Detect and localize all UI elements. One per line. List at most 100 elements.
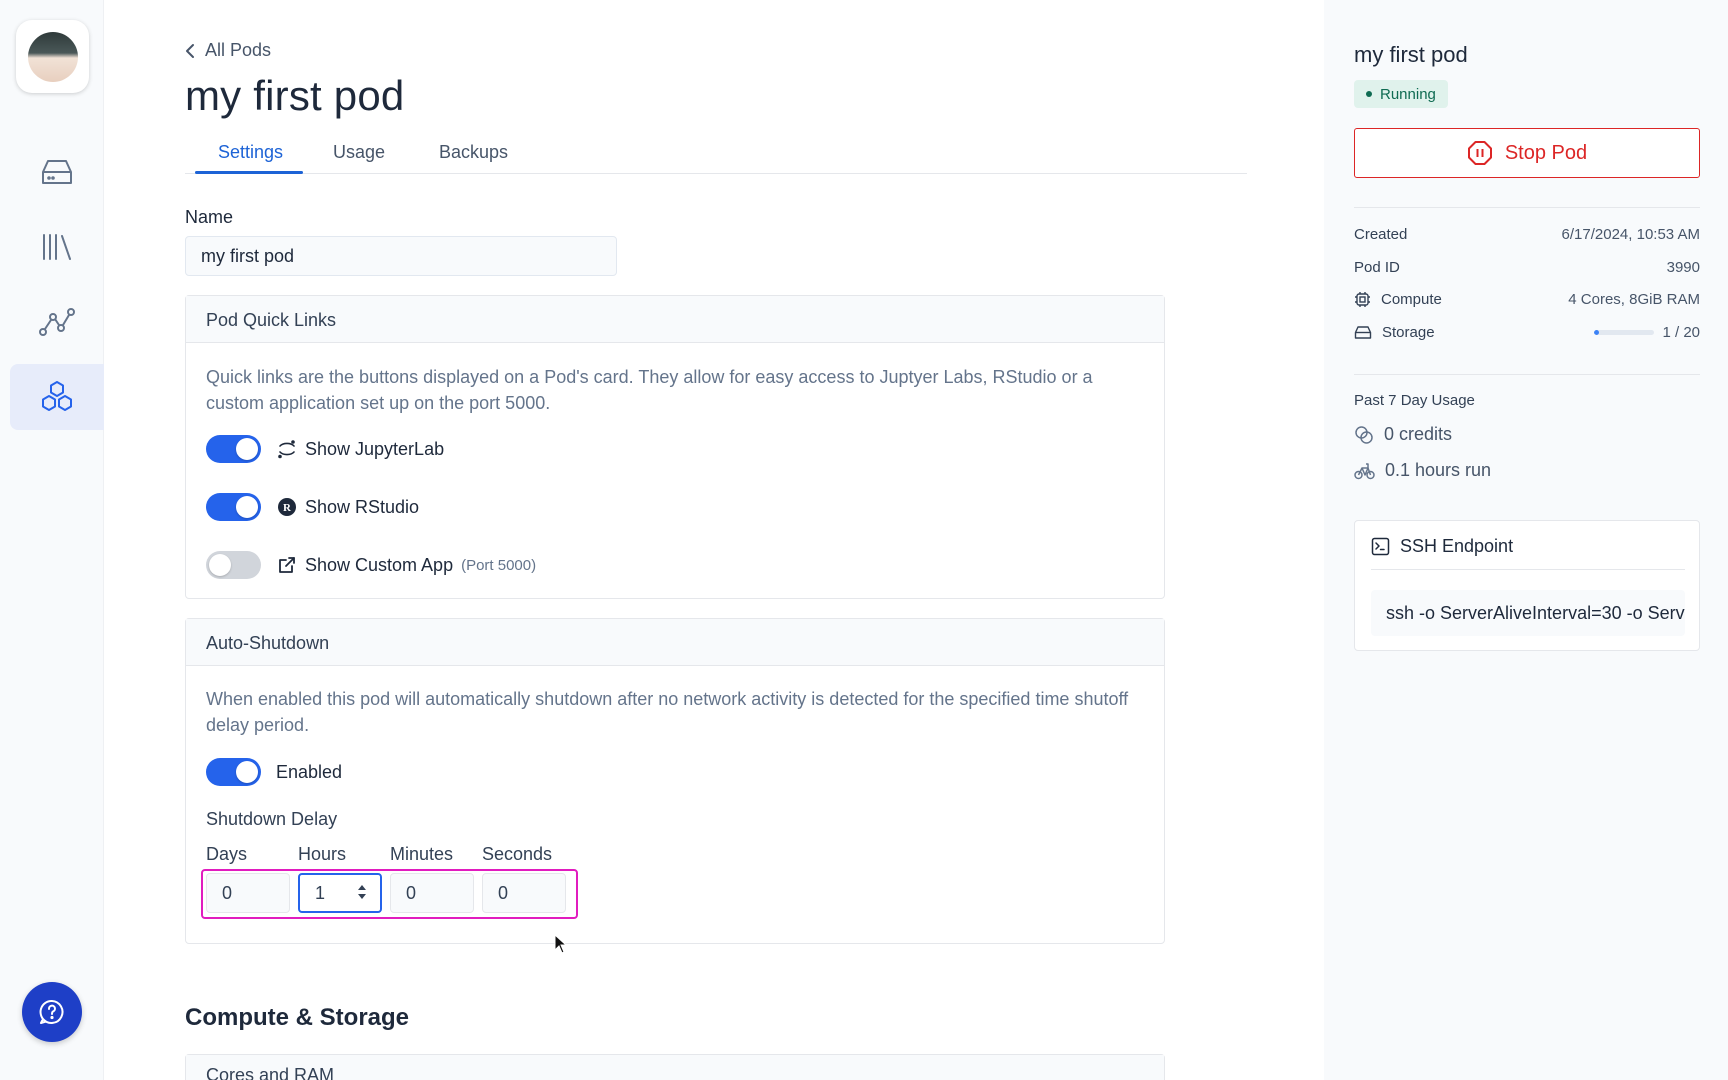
library-icon [43, 234, 71, 260]
hours-label: Hours [298, 844, 347, 864]
jupyterlab-toggle[interactable] [206, 435, 261, 463]
auto-shutdown-card: Auto-Shutdown When enabled this pod will… [185, 618, 1165, 944]
storage-label: Storage [1382, 323, 1435, 341]
auto-shutdown-toggle-row: Enabled [206, 757, 342, 787]
auto-shutdown-description: When enabled this pod will automatically… [206, 689, 1129, 735]
ssh-command-field[interactable]: ssh -o ServerAliveInterval=30 -o ServerA… [1371, 590, 1685, 636]
storage-progress-fill [1594, 329, 1600, 335]
storage-value: 1 / 20 [1662, 323, 1700, 341]
mouse-pointer-icon [554, 934, 568, 954]
meta-created-row: Created 6/17/2024, 10:53 AM [1354, 223, 1700, 245]
rstudio-toggle[interactable] [206, 493, 261, 521]
custom-app-label: Show Custom App [305, 554, 454, 575]
usage-credits: 0 credits [1384, 424, 1453, 444]
auto-shutdown-toggle[interactable] [206, 758, 261, 786]
main-content: All Pods my first pod Settings Usage Bac… [104, 0, 1324, 1080]
logo-image [27, 31, 78, 82]
meta-pod-id-row: Pod ID 3990 [1354, 256, 1700, 278]
tab-backups[interactable]: Backups [439, 142, 508, 163]
usage-credits-row: 0 credits [1354, 424, 1452, 445]
jupyter-icon [277, 439, 297, 459]
pod-id-value: 3990 [1666, 258, 1700, 276]
active-tab-indicator [195, 171, 303, 174]
compute-value: 4 Cores, 8GiB RAM [1568, 290, 1700, 308]
minutes-label: Minutes [390, 844, 454, 864]
coins-icon [1355, 425, 1373, 444]
tab-bar: Settings Usage Backups [185, 134, 1247, 174]
pod-name-input[interactable] [185, 236, 617, 276]
hours-stepper-icon[interactable] [356, 882, 368, 902]
quick-links-description: Quick links are the buttons displayed on… [206, 367, 1093, 413]
custom-app-toggle-row: Show Custom App (Port 5000) [206, 550, 536, 580]
name-label: Name [185, 207, 234, 227]
minutes-input[interactable] [390, 873, 474, 913]
jupyterlab-label: Show JupyterLab [305, 438, 445, 459]
stop-pod-button[interactable]: Stop Pod [1354, 128, 1700, 178]
days-label: Days [206, 844, 248, 864]
terminal-icon [1371, 537, 1390, 556]
svg-text:R: R [283, 502, 292, 514]
nav-workflows[interactable] [10, 289, 104, 355]
usage-hours-row: 0.1 hours run [1354, 460, 1491, 481]
tab-settings[interactable]: Settings [218, 142, 283, 163]
ssh-endpoint-title: SSH Endpoint [1400, 536, 1514, 556]
app-sidebar [0, 0, 104, 1080]
seconds-label: Seconds [482, 844, 553, 864]
page-title: my first pod [185, 72, 405, 119]
created-value: 6/17/2024, 10:53 AM [1561, 225, 1700, 243]
quick-links-card: Pod Quick Links Quick links are the butt… [185, 295, 1165, 599]
shutdown-delay-title: Shutdown Delay [206, 809, 338, 829]
cores-ram-title: Cores and RAM [186, 1055, 1164, 1080]
auto-shutdown-enabled-label: Enabled [276, 761, 343, 782]
custom-app-port-note: (Port 5000) [461, 556, 537, 574]
cores-ram-card: Cores and RAM [185, 1054, 1165, 1080]
drive-icon [42, 160, 72, 184]
stop-octagon-icon [1467, 141, 1492, 165]
compute-storage-title: Compute & Storage [185, 1004, 410, 1031]
breadcrumb[interactable]: All Pods [185, 40, 271, 61]
cpu-icon [1355, 291, 1370, 307]
graph-icon [39, 308, 75, 336]
pods-icon [42, 381, 72, 411]
nav-library[interactable] [10, 214, 104, 280]
nav-storage[interactable] [10, 139, 104, 205]
nav-pods[interactable] [10, 364, 104, 430]
pod-id-label: Pod ID [1354, 258, 1400, 276]
auto-shutdown-title: Auto-Shutdown [186, 619, 1164, 666]
seconds-input[interactable] [482, 873, 566, 913]
pod-summary-title: my first pod [1354, 42, 1468, 67]
meta-storage-row: Storage 1 / 20 [1354, 321, 1700, 343]
usage-hours: 0.1 hours run [1385, 460, 1492, 480]
panel-divider [1354, 374, 1700, 375]
storage-progress-bar [1594, 329, 1655, 335]
rstudio-icon: R [277, 497, 297, 517]
custom-app-toggle[interactable] [206, 551, 261, 579]
ssh-endpoint-card: SSH Endpoint ssh -o ServerAliveInterval=… [1354, 520, 1700, 651]
rstudio-toggle-row: R Show RStudio [206, 492, 419, 522]
chevron-left-icon [186, 43, 194, 58]
chat-help-icon [39, 999, 64, 1024]
stop-pod-label: Stop Pod [1504, 141, 1588, 164]
created-label: Created [1354, 225, 1408, 243]
jupyterlab-toggle-row: Show JupyterLab [206, 434, 444, 464]
status-dot-icon [1366, 91, 1372, 97]
meta-compute-row: Compute 4 Cores, 8GiB RAM [1354, 288, 1700, 310]
pod-summary-panel: my first pod Running Stop Pod Created 6/… [1324, 0, 1728, 1080]
bicycle-icon [1354, 462, 1375, 479]
hours-input[interactable] [298, 873, 382, 913]
breadcrumb-all-pods-link[interactable]: All Pods [205, 40, 271, 61]
help-chat-button[interactable] [22, 982, 82, 1042]
panel-divider [1354, 207, 1700, 208]
drive-small-icon [1354, 325, 1372, 339]
days-input[interactable] [206, 873, 290, 913]
status-text: Running [1380, 85, 1436, 103]
quick-links-title: Pod Quick Links [186, 296, 1164, 343]
external-link-icon [277, 555, 297, 575]
app-logo[interactable] [16, 20, 89, 93]
usage-title: Past 7 Day Usage [1354, 392, 1475, 409]
tab-usage[interactable]: Usage [333, 142, 385, 163]
rstudio-label: Show RStudio [305, 496, 420, 517]
status-badge: Running [1354, 80, 1448, 108]
compute-label: Compute [1381, 290, 1442, 308]
ssh-divider [1371, 569, 1685, 570]
